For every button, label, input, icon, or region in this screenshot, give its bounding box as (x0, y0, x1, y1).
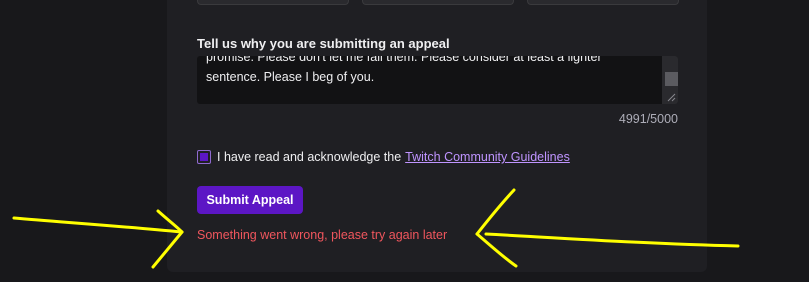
appeal-reason-textarea[interactable]: promise. Please don't let me fail them. … (197, 56, 678, 104)
page: Tell us why you are submitting an appeal… (0, 0, 809, 282)
acknowledge-text: I have read and acknowledge the (217, 150, 402, 164)
community-guidelines-link[interactable]: Twitch Community Guidelines (405, 150, 570, 164)
field-box-middle[interactable] (362, 0, 514, 5)
field-box-left[interactable] (197, 0, 349, 5)
appeal-reason-label: Tell us why you are submitting an appeal (197, 36, 450, 51)
checkbox-checked-indicator (200, 153, 208, 161)
textarea-line-last: sentence. Please I beg of you. (206, 70, 375, 84)
submit-appeal-button[interactable]: Submit Appeal (197, 186, 303, 214)
left-arrow-shaft (12, 216, 184, 234)
textarea-line-partial: promise. Please don't let me fail them. … (206, 56, 602, 64)
error-message: Something went wrong, please try again l… (197, 228, 448, 242)
scrollbar-thumb[interactable] (665, 72, 678, 86)
character-counter: 4991/5000 (618, 112, 678, 126)
field-box-right[interactable] (527, 0, 679, 5)
resize-handle-icon[interactable] (666, 92, 676, 102)
acknowledge-checkbox[interactable] (197, 150, 211, 164)
acknowledge-row: I have read and acknowledge the Twitch C… (197, 149, 570, 165)
